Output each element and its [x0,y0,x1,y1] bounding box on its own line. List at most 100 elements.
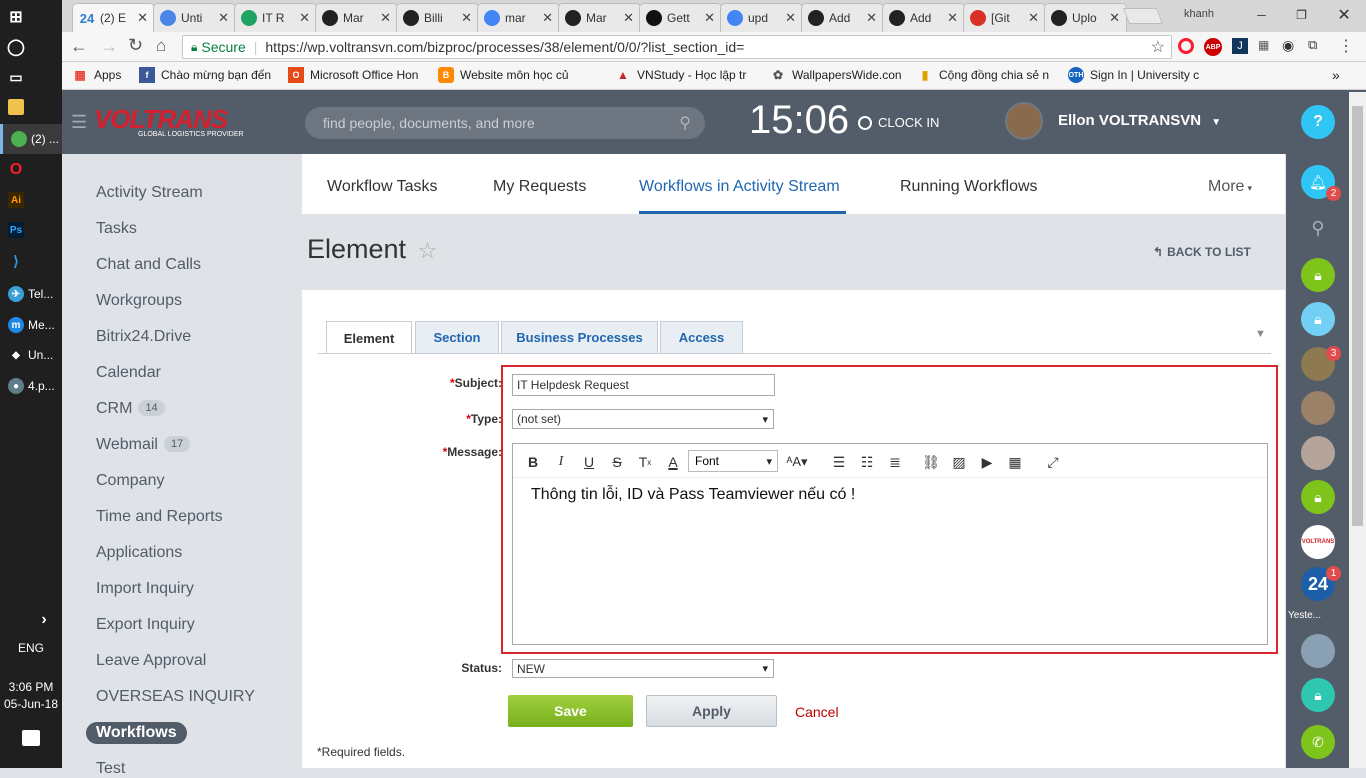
browser-tab[interactable]: Uplo ✕ [1044,3,1127,32]
font-size-icon[interactable]: ᴬA▾ [786,452,807,472]
page-scrollbar[interactable] [1349,92,1366,768]
taskbar-telegram[interactable]: ✈ Tel... [0,279,62,309]
nav-more[interactable]: More ▾ [1208,178,1252,196]
sidebar-item-workgroups[interactable]: Workgroups [96,292,182,310]
taskbar-app[interactable]: ● 4.p... [0,371,62,401]
image-icon[interactable]: ▨ [949,452,969,472]
bookmark-star-icon[interactable]: ☆ [1151,37,1165,57]
qr-icon[interactable]: ▦ [1258,38,1269,52]
taskbar-chrome[interactable]: (2) ... [0,124,62,154]
forward-icon[interactable]: → [100,36,118,57]
new-tab-button[interactable] [1123,8,1163,24]
nav-running-workflows[interactable]: Running Workflows [900,178,1038,196]
logo[interactable]: VOLTRANS GLOBAL LOGISTICS PROVIDER [94,104,244,138]
contact-avatar-4[interactable] [1301,634,1335,668]
nav-workflow-tasks[interactable]: Workflow Tasks [327,178,438,196]
sidebar-item-leave-approval[interactable]: Leave Approval [96,652,206,670]
tab-access[interactable]: Access [660,321,743,353]
sidebar-item-chat-and-calls[interactable]: Chat and Calls [96,256,201,274]
lock-chat-icon-4[interactable]: 🔒︎ [1301,678,1335,712]
table-icon[interactable]: ▦ [1005,452,1025,472]
sidebar-item-workflows[interactable]: Workflows [86,722,187,744]
close-window-icon[interactable]: ✕ [1337,5,1350,25]
close-tab-icon[interactable]: ✕ [457,10,472,26]
extension-j-icon[interactable]: J [1232,38,1248,54]
fullscreen-icon[interactable]: ⤢ [1043,452,1063,472]
close-tab-icon[interactable]: ✕ [700,10,715,26]
italic-icon[interactable]: I [551,452,571,472]
message-text[interactable]: Thông tin lỗi, ID và Pass Teamviewer nếu… [531,486,855,504]
bookmark-vnstudy[interactable]: ▲ VNStudy - Học lập tr [615,67,746,83]
underline-icon[interactable]: U [579,452,599,472]
sidebar-item-activity-stream[interactable]: Activity Stream [96,184,203,202]
nav-workflows-activity-stream[interactable]: Workflows in Activity Stream [639,178,840,196]
close-tab-icon[interactable]: ✕ [862,10,877,26]
strikethrough-icon[interactable]: S [607,452,627,472]
close-tab-icon[interactable]: ✕ [781,10,796,26]
taskbar-messenger[interactable]: m Me... [0,310,62,340]
close-tab-icon[interactable]: ✕ [1105,10,1120,26]
voltrans-chat-avatar[interactable]: VOLTRANS [1301,525,1335,559]
browser-tab[interactable]: upd ✕ [720,3,803,32]
subject-input[interactable]: IT Helpdesk Request [512,374,775,396]
browser-tab[interactable]: Unti ✕ [153,3,236,32]
sidebar-item-time-and-reports[interactable]: Time and Reports [96,508,223,526]
cast-icon[interactable]: ◉ [1282,37,1294,54]
phone-icon[interactable]: ✆ [1301,725,1335,759]
help-icon[interactable]: ? [1301,105,1335,139]
clock-in-button[interactable]: CLOCK IN [858,115,939,130]
contact-avatar-3[interactable] [1301,436,1335,470]
nav-my-requests[interactable]: My Requests [493,178,586,196]
bookmark-apps[interactable]: ▦ Apps [72,67,121,83]
sidebar-item-bitrix24-drive[interactable]: Bitrix24.Drive [96,328,191,346]
action-center-icon[interactable] [22,730,40,746]
browser-tab[interactable]: [Git ✕ [963,3,1046,32]
url-input[interactable]: 🔒︎ Secure | https://wp.voltransvn.com/bi… [182,35,1172,59]
sidebar-item-overseas-inquiry[interactable]: OVERSEAS INQUIRY [96,688,255,706]
minimize-icon[interactable]: ─ [1257,8,1266,22]
browser-tab[interactable]: mar ✕ [477,3,560,32]
tab-business-processes[interactable]: Business Processes [501,321,658,353]
sidebar-item-applications[interactable]: Applications [96,544,182,562]
close-tab-icon[interactable]: ✕ [538,10,553,26]
taskbar-unity[interactable]: ◆ Un... [0,340,62,370]
photoshop-icon[interactable]: Ps [0,215,62,245]
bookmark-community[interactable]: ▮ Cộng đồng chia sẻ n [917,67,1049,83]
ordered-list-icon[interactable]: ☰ [829,452,849,472]
lock-chat-icon-2[interactable]: 🔒︎ [1301,302,1335,336]
vscode-icon[interactable]: ⟩ [0,246,62,276]
file-explorer-icon[interactable] [0,92,62,122]
browser-tab[interactable]: Mar ✕ [558,3,641,32]
sidebar-item-company[interactable]: Company [96,472,164,490]
close-tab-icon[interactable]: ✕ [214,10,229,26]
bullet-list-icon[interactable]: ☷ [857,452,877,472]
sidebar-item-import-inquiry[interactable]: Import Inquiry [96,580,194,598]
search-input[interactable]: find people, documents, and more ⚲ [305,107,705,139]
tab-element[interactable]: Element [326,321,412,354]
status-select[interactable]: NEW [512,659,774,678]
chrome-menu-icon[interactable]: ⋮ [1338,36,1354,56]
windows-start-icon[interactable]: ⊞ [0,2,62,32]
scrollbar-thumb[interactable] [1352,106,1363,526]
browser-tab[interactable]: Billi ✕ [396,3,479,32]
sidebar-item-webmail[interactable]: Webmail 17 [96,436,191,454]
reload-icon[interactable]: ↻ [128,35,143,56]
user-avatar[interactable] [1005,102,1043,140]
search-sidebar-icon[interactable]: ⚲ [1301,211,1335,245]
browser-tab[interactable]: Add ✕ [882,3,965,32]
contact-avatar-2[interactable] [1301,391,1335,425]
close-tab-icon[interactable]: ✕ [295,10,310,26]
apply-button[interactable]: Apply [646,695,777,727]
menu-toggle-icon[interactable]: ☰ [71,112,87,133]
sidebar-item-crm[interactable]: CRM 14 [96,400,165,418]
font-select[interactable]: Font [688,450,778,472]
opera-icon[interactable]: O [0,155,62,185]
language-indicator[interactable]: ENG [0,641,62,655]
back-icon[interactable]: ← [70,36,88,57]
task-view-icon[interactable]: ▭ [0,62,62,92]
cancel-link[interactable]: Cancel [795,704,839,720]
close-tab-icon[interactable]: ✕ [376,10,391,26]
chevron-right-icon[interactable]: › [0,605,62,635]
align-icon[interactable]: ≣ [885,452,905,472]
favorite-star-icon[interactable]: ☆ [418,238,438,263]
